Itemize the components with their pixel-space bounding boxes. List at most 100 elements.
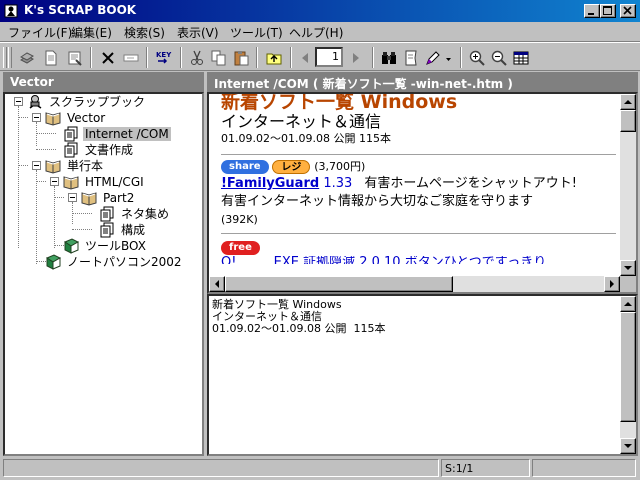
tree-node-toolbox[interactable]: ツールBOX	[63, 238, 183, 254]
tree-line	[36, 181, 46, 182]
scroll-up-button[interactable]	[620, 94, 636, 110]
tree-expander[interactable]	[32, 161, 41, 170]
menu-edit[interactable]: 編集(E)	[71, 24, 112, 41]
software-size: (392K)	[221, 213, 258, 226]
entry-badges: share レジ (3,700円)	[221, 159, 616, 175]
divider	[221, 154, 616, 155]
clipboard-icon	[234, 51, 249, 66]
toolbar-separator	[256, 47, 258, 68]
tree-node-part2[interactable]: Part2	[81, 190, 191, 206]
new-page-button[interactable]	[40, 47, 62, 69]
rename-button[interactable]	[120, 47, 142, 69]
software-link[interactable]: !FamilyGuard	[221, 176, 319, 191]
editor-scroll-thumb[interactable]	[620, 312, 636, 422]
paste-button[interactable]	[230, 47, 252, 69]
highlight-pen-button[interactable]	[422, 47, 444, 69]
arrow-down-icon	[624, 444, 632, 448]
minimize-button[interactable]	[584, 4, 600, 18]
hscroll-thumb[interactable]	[225, 276, 453, 292]
open-book-icon	[45, 160, 61, 174]
menu-help[interactable]: ヘルプ(H)	[289, 24, 343, 41]
editor-scroll-up-button[interactable]	[620, 296, 636, 312]
cut-button[interactable]	[186, 47, 208, 69]
maximize-icon	[603, 6, 612, 15]
key-icon: KEY	[156, 51, 172, 64]
copy-button[interactable]	[208, 47, 230, 69]
tree-node-html-cgi[interactable]: HTML/CGI	[63, 174, 183, 190]
toolbar-separator	[290, 47, 292, 68]
text-editor[interactable]: 新着ソフト一覧 Windows インターネット＆通信 01.09.02～01.0…	[207, 294, 638, 456]
zoom-out-icon	[491, 50, 507, 66]
tree-expander[interactable]	[50, 177, 59, 186]
keyword-button[interactable]: KEY	[153, 47, 175, 69]
software-version: 1.33	[323, 176, 353, 191]
scroll-left-button[interactable]	[209, 276, 225, 292]
zoom-out-button[interactable]	[488, 47, 510, 69]
tree-expander[interactable]	[32, 113, 41, 122]
scroll-right-button[interactable]	[604, 276, 620, 292]
properties-button[interactable]	[64, 47, 86, 69]
tree-node-neta[interactable]: ネタ集め	[99, 206, 199, 222]
find-button[interactable]	[378, 47, 400, 69]
scroll-thumb[interactable]	[620, 110, 636, 132]
zoom-in-button[interactable]	[466, 47, 488, 69]
menu-file[interactable]: ファイル(F)	[8, 24, 72, 41]
pages-icon	[64, 142, 78, 158]
software-desc-2: 有害インターネット情報から大切なご家庭を守ります	[221, 194, 534, 209]
scroll-down-button[interactable]	[620, 260, 636, 276]
next-page-button[interactable]	[345, 47, 367, 69]
html-hscrollbar[interactable]	[209, 276, 636, 292]
tree-label: ノートパソコン2002	[67, 255, 182, 269]
tree-line	[18, 165, 28, 166]
tree-node-notepc[interactable]: ノートパソコン2002	[45, 254, 195, 270]
pen-dropdown-button[interactable]	[445, 53, 453, 61]
editor-scroll-down-button[interactable]	[620, 438, 636, 454]
prev-page-button[interactable]	[294, 47, 316, 69]
tree-panel-header: Vector	[3, 72, 204, 92]
tree-label: ツールBOX	[85, 239, 146, 253]
tree-node-vector[interactable]: Vector	[45, 110, 185, 126]
app-icon	[4, 4, 18, 18]
new-book-button[interactable]	[16, 47, 38, 69]
tree-line	[72, 213, 92, 214]
delete-button[interactable]	[97, 47, 119, 69]
editor-vscrollbar[interactable]	[620, 296, 636, 454]
software-desc-1: 有害ホームページをシャットアウト!	[364, 176, 577, 191]
arrow-left-icon	[215, 280, 219, 288]
tree-view[interactable]: スクラップブック Vector Internet /COM 文書作成 単行本 H…	[3, 92, 204, 456]
arrow-right-icon	[353, 53, 359, 63]
free-badge: free	[221, 240, 260, 255]
tree-node-root[interactable]: スクラップブック	[27, 94, 177, 110]
tree-node-bunsho[interactable]: 文書作成	[63, 142, 173, 158]
tree-label: 単行本	[67, 159, 104, 173]
tree-expander[interactable]	[14, 97, 23, 106]
up-folder-button[interactable]	[263, 47, 285, 69]
tree-expander[interactable]	[68, 193, 77, 202]
tree-label: Vector	[67, 111, 106, 125]
tree-node-kosei[interactable]: 構成	[99, 222, 199, 238]
bookmark-icon	[405, 50, 417, 66]
html-view[interactable]: 新着ソフト一覧 Windows インターネット＆通信 01.09.02～01.0…	[207, 92, 638, 294]
menu-view[interactable]: 表示(V)	[177, 24, 219, 41]
menu-search[interactable]: 検索(S)	[124, 24, 165, 41]
html-content: 新着ソフト一覧 Windows インターネット＆通信 01.09.02～01.0…	[221, 94, 616, 272]
toolbar-separator	[90, 47, 92, 68]
arrow-up-icon	[624, 100, 632, 104]
tree-node-internet-com[interactable]: Internet /COM	[63, 126, 173, 142]
bookmark-button[interactable]	[400, 47, 422, 69]
zoom-in-icon	[469, 50, 485, 66]
tree-panel: Vector スクラップブック Vector Internet /COM 文書作…	[3, 72, 204, 456]
maximize-button[interactable]	[600, 4, 616, 18]
html-vscrollbar[interactable]	[620, 94, 636, 276]
page-icon	[45, 50, 57, 66]
status-bar: S:1/1	[3, 459, 637, 477]
tree-node-tankobon[interactable]: 単行本	[45, 158, 165, 174]
table-icon	[513, 51, 529, 65]
page-number-field[interactable]: 1	[315, 47, 343, 67]
close-button[interactable]	[620, 4, 636, 18]
scissors-icon	[191, 50, 203, 65]
scrapbook-root-icon	[29, 95, 42, 109]
list-view-button[interactable]	[510, 47, 532, 69]
menu-tools[interactable]: ツール(T)	[230, 24, 283, 41]
tree-label: 文書作成	[85, 143, 134, 157]
